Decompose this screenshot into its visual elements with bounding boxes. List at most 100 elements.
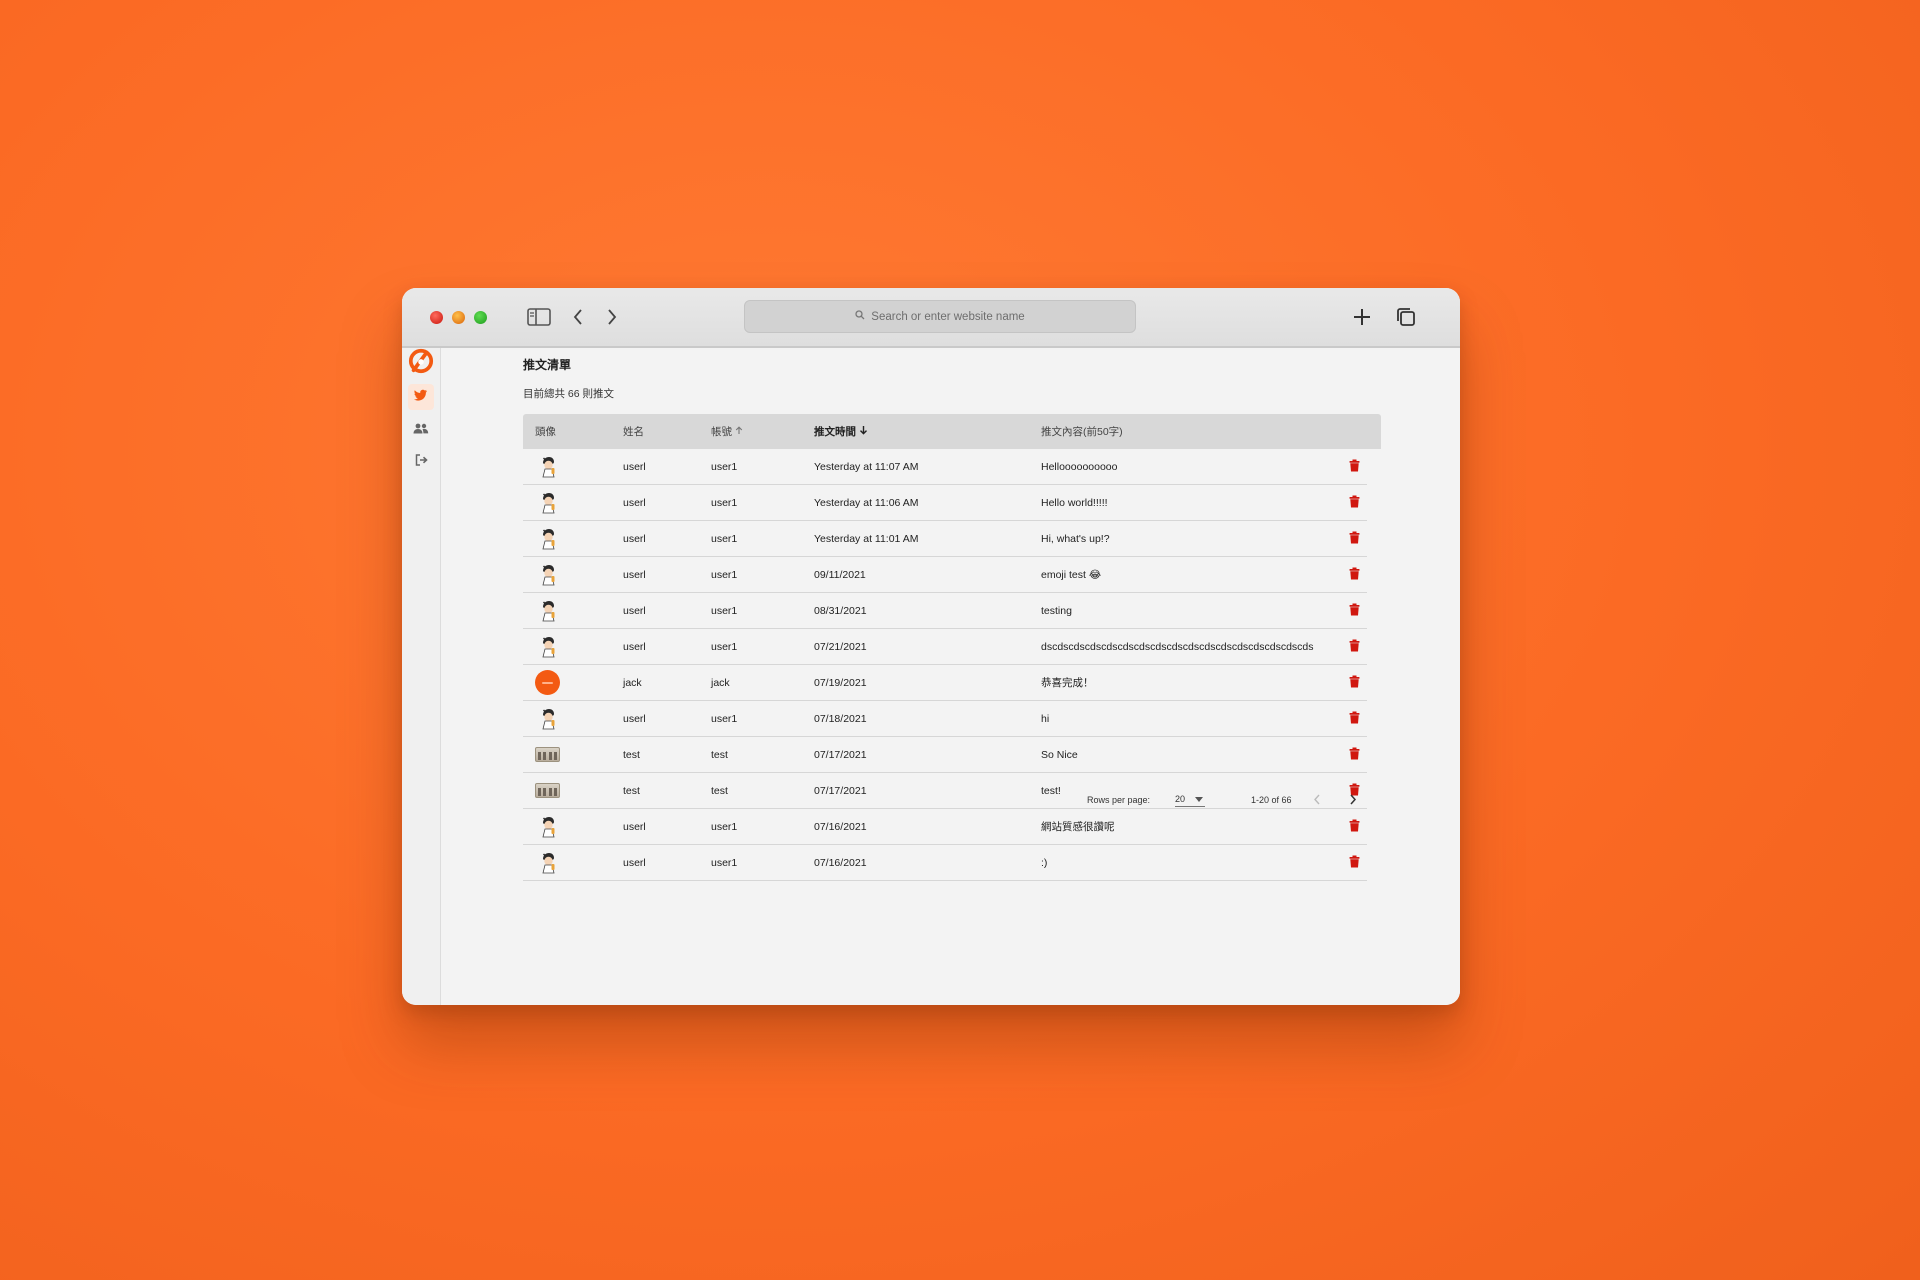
cartoon-avatar — [535, 562, 561, 588]
photo-avatar — [535, 747, 560, 762]
user-name: test — [623, 748, 640, 761]
avatar[interactable] — [535, 557, 561, 592]
avatar[interactable] — [535, 701, 561, 736]
delete-button[interactable] — [1349, 737, 1360, 772]
user-account: user1 — [711, 532, 738, 545]
avatar[interactable] — [535, 737, 560, 772]
trash-icon — [1349, 531, 1360, 547]
tweet-time: Yesterday at 11:01 AM — [814, 532, 919, 545]
forward-arrow-icon[interactable] — [604, 302, 620, 332]
browser-window: Search or enter website name 推文清單 目前總共 6… — [402, 288, 1460, 1005]
maximize-window-button[interactable] — [474, 311, 487, 324]
page-title: 推文清單 — [523, 358, 572, 372]
table-row: userl user1 07/21/2021 dscdscdscdscdscdscds… — [523, 629, 1367, 665]
sidebar-toggle-icon[interactable] — [526, 302, 552, 332]
tweet-content: So Nice — [1041, 748, 1078, 761]
header-account-sortable[interactable]: 帳號 — [711, 414, 743, 449]
tweet-time: 07/16/2021 — [814, 856, 867, 869]
tweet-content: hi — [1041, 712, 1050, 725]
table-body: userl user1 Yesterday at 11:07 AM Hellooooo… — [523, 449, 1381, 881]
avatar[interactable] — [535, 629, 561, 664]
table-row: test test 07/17/2021 So Nice — [523, 737, 1367, 773]
tweet-content: Hi, what's up!? — [1041, 532, 1110, 545]
cartoon-avatar — [535, 706, 561, 732]
logout-icon — [415, 453, 428, 471]
tweet-time: 07/17/2021 — [814, 748, 867, 761]
trash-icon — [1349, 675, 1360, 691]
orange-circle-avatar — [535, 670, 560, 695]
pagination: Rows per page: 20 1-20 of 66 — [523, 785, 1381, 815]
user-account: test — [711, 748, 728, 761]
table-row: userl user1 07/16/2021:) — [523, 845, 1367, 881]
delete-button[interactable] — [1349, 845, 1360, 880]
close-window-button[interactable] — [430, 311, 443, 324]
rows-per-page-select[interactable]: 20 — [1175, 785, 1206, 815]
address-bar[interactable]: Search or enter website name — [744, 300, 1136, 333]
trash-icon — [1349, 639, 1360, 655]
header-avatar: 頭像 — [535, 426, 556, 438]
rows-per-page-label: Rows per page: — [1087, 795, 1151, 805]
tweet-time: Yesterday at 11:06 AM — [814, 496, 919, 509]
next-page-button[interactable] — [1349, 785, 1357, 815]
avatar[interactable] — [535, 593, 561, 628]
user-account: jack — [711, 676, 730, 689]
tweet-content: Helloooooooooo — [1041, 460, 1118, 473]
delete-button[interactable] — [1349, 449, 1360, 484]
user-account: user1 — [711, 460, 738, 473]
delete-button[interactable] — [1349, 557, 1360, 592]
browser-titlebar: Search or enter website name — [402, 288, 1460, 348]
cartoon-avatar — [535, 634, 561, 660]
user-account: user1 — [711, 640, 738, 653]
tab-overview-icon[interactable] — [1394, 302, 1418, 332]
tweet-content: :) — [1041, 856, 1048, 869]
minimize-window-button[interactable] — [452, 311, 465, 324]
delete-button[interactable] — [1349, 629, 1360, 664]
cartoon-avatar — [535, 850, 561, 876]
table-row: userl user1 07/18/2021 hi — [523, 701, 1367, 737]
avatar[interactable] — [535, 449, 561, 484]
table-row: userl user1 08/31/2021 testing — [523, 593, 1367, 629]
avatar[interactable] — [535, 521, 561, 556]
brand-logo-icon[interactable] — [408, 348, 434, 374]
dropdown-caret-icon — [1195, 794, 1204, 804]
sidebar-item-users[interactable] — [408, 417, 434, 443]
user-name: userl — [623, 712, 646, 725]
sidebar-item-tweets[interactable] — [408, 384, 434, 410]
table-row: userl user1 Yesterday at 11:06 AM Hello wor… — [523, 485, 1367, 521]
previous-page-button[interactable] — [1313, 785, 1321, 815]
new-tab-plus-icon[interactable] — [1350, 302, 1374, 332]
delete-button[interactable] — [1349, 701, 1360, 736]
delete-button[interactable] — [1349, 593, 1360, 628]
app-sidebar — [402, 348, 441, 1005]
trash-icon — [1349, 459, 1360, 475]
avatar[interactable] — [535, 845, 561, 880]
avatar[interactable] — [535, 485, 561, 520]
chevron-left-icon — [1313, 794, 1321, 807]
delete-button[interactable] — [1349, 485, 1360, 520]
user-name: userl — [623, 856, 646, 869]
users-icon — [413, 421, 429, 439]
tweet-time: 09/11/2021 — [814, 568, 866, 581]
delete-button[interactable] — [1349, 665, 1360, 700]
cartoon-avatar — [535, 526, 561, 552]
user-name: userl — [623, 496, 646, 509]
cartoon-avatar — [535, 454, 561, 480]
tweet-time: 08/31/2021 — [814, 604, 867, 617]
avatar[interactable] — [535, 665, 560, 700]
sidebar-item-logout[interactable] — [408, 449, 434, 475]
tweet-content: emoji test 😂 — [1041, 568, 1102, 581]
back-arrow-icon[interactable] — [570, 302, 586, 332]
tweet-count-text: 目前總共 66 則推文 — [523, 388, 615, 400]
user-account: user1 — [711, 856, 738, 869]
trash-icon — [1349, 603, 1360, 619]
delete-button[interactable] — [1349, 521, 1360, 556]
bird-icon — [414, 388, 428, 406]
tweet-time: Yesterday at 11:07 AM — [814, 460, 919, 473]
main-content: 推文清單 目前總共 66 則推文 頭像 姓名 帳號 推文時間 推文內容(前50字… — [441, 348, 1460, 1005]
header-time-sortable[interactable]: 推文時間 — [814, 414, 868, 449]
cartoon-avatar — [535, 814, 561, 840]
trash-icon — [1349, 819, 1360, 835]
sort-arrow-down-icon — [859, 425, 868, 438]
user-name: userl — [623, 532, 646, 545]
user-name: userl — [623, 568, 646, 581]
